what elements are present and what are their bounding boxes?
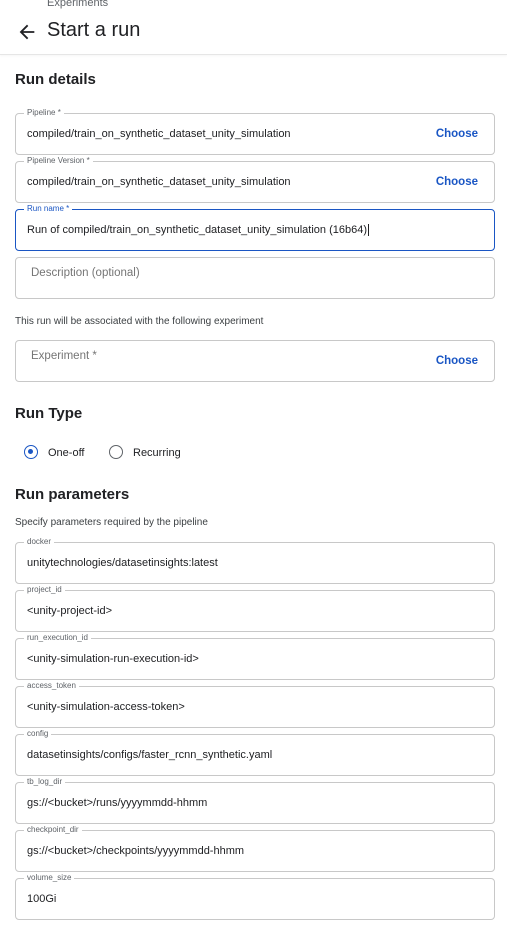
pipeline-value: compiled/train_on_synthetic_dataset_unit…	[27, 128, 291, 140]
param-access-token-value: <unity-simulation-access-token>	[27, 701, 185, 713]
pipeline-label: Pipeline *	[24, 108, 64, 118]
pipeline-version-label: Pipeline Version *	[24, 156, 93, 166]
pipeline-version-value: compiled/train_on_synthetic_dataset_unit…	[27, 176, 291, 188]
experiment-field[interactable]: Experiment * Choose	[15, 340, 495, 382]
param-project-id-input[interactable]: project_id <unity-project-id>	[15, 585, 495, 632]
back-button[interactable]	[16, 21, 38, 43]
top-bar: Experiments Start a run	[0, 0, 507, 55]
choose-pipeline-version-button[interactable]: Choose	[436, 176, 478, 188]
breadcrumb[interactable]: Experiments	[47, 0, 108, 9]
param-config-value: datasetinsights/configs/faster_rcnn_synt…	[27, 749, 273, 761]
param-run-execution-id-value: <unity-simulation-run-execution-id>	[27, 653, 199, 665]
param-tb-log-dir-label: tb_log_dir	[24, 777, 66, 787]
param-run-execution-id-label: run_execution_id	[24, 633, 91, 643]
one-off-radio[interactable]	[24, 445, 38, 459]
description-placeholder: Description (optional)	[31, 267, 140, 279]
param-volume-size-label: volume_size	[24, 873, 75, 883]
experiment-placeholder: Experiment *	[31, 350, 97, 362]
page-title: Start a run	[47, 19, 141, 41]
description-input[interactable]: Description (optional)	[15, 257, 495, 299]
param-run-execution-id-input[interactable]: run_execution_id <unity-simulation-run-e…	[15, 633, 495, 680]
param-checkpoint-dir-label: checkpoint_dir	[24, 825, 82, 835]
param-project-id-value: <unity-project-id>	[27, 605, 112, 617]
experiment-helper-text: This run will be associated with the fol…	[15, 316, 264, 327]
choose-experiment-button[interactable]: Choose	[436, 355, 478, 367]
run-name-value-wrap: Run of compiled/train_on_synthetic_datas…	[27, 224, 369, 237]
run-name-input[interactable]: Run name * Run of compiled/train_on_synt…	[15, 204, 495, 251]
recurring-radio[interactable]	[109, 445, 123, 459]
run-type-title: Run Type	[15, 405, 83, 422]
param-docker-input[interactable]: docker unitytechnologies/datasetinsights…	[15, 537, 495, 584]
param-tb-log-dir-value: gs://<bucket>/runs/yyyymmdd-hhmm	[27, 797, 208, 809]
run-name-label: Run name *	[24, 204, 73, 214]
text-caret	[368, 224, 369, 237]
param-access-token-label: access_token	[24, 681, 79, 691]
run-details-title: Run details	[15, 71, 96, 88]
param-access-token-input[interactable]: access_token <unity-simulation-access-to…	[15, 681, 495, 728]
arrow-back-icon	[19, 24, 35, 40]
param-checkpoint-dir-input[interactable]: checkpoint_dir gs://<bucket>/checkpoints…	[15, 825, 495, 872]
param-volume-size-input[interactable]: volume_size 100Gi	[15, 873, 495, 920]
param-docker-value: unitytechnologies/datasetinsights:latest	[27, 557, 218, 569]
pipeline-field[interactable]: Pipeline * compiled/train_on_synthetic_d…	[15, 108, 495, 155]
choose-pipeline-button[interactable]: Choose	[436, 128, 478, 140]
one-off-label[interactable]: One-off	[48, 447, 85, 459]
param-docker-label: docker	[24, 537, 55, 547]
param-volume-size-value: 100Gi	[27, 893, 57, 905]
param-config-label: config	[24, 729, 52, 739]
run-parameters-helper-text: Specify parameters required by the pipel…	[15, 517, 208, 528]
recurring-label[interactable]: Recurring	[133, 447, 181, 459]
run-name-value: Run of compiled/train_on_synthetic_datas…	[27, 224, 367, 236]
param-checkpoint-dir-value: gs://<bucket>/checkpoints/yyyymmdd-hhmm	[27, 845, 245, 857]
run-parameters-title: Run parameters	[15, 486, 130, 503]
param-project-id-label: project_id	[24, 585, 65, 595]
pipeline-version-field[interactable]: Pipeline Version * compiled/train_on_syn…	[15, 156, 495, 203]
param-tb-log-dir-input[interactable]: tb_log_dir gs://<bucket>/runs/yyyymmdd-h…	[15, 777, 495, 824]
param-config-input[interactable]: config datasetinsights/configs/faster_rc…	[15, 729, 495, 776]
